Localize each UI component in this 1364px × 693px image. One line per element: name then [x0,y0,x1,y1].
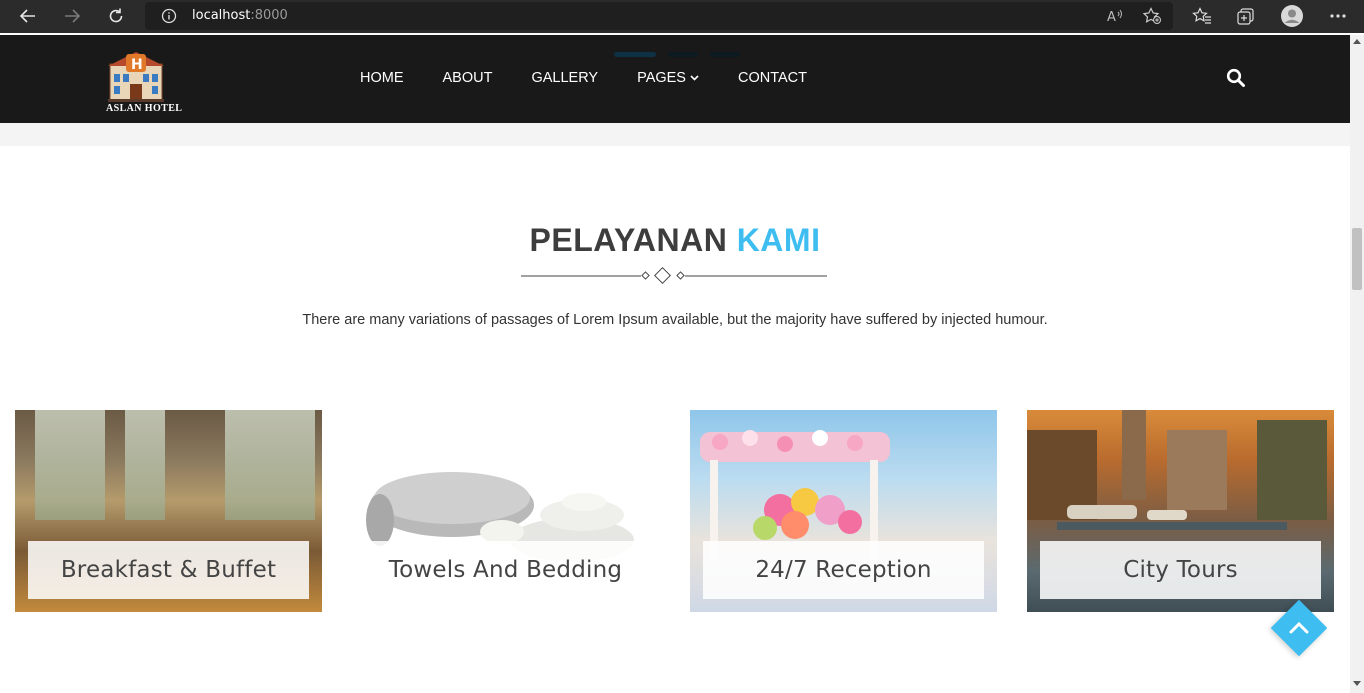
service-label-box: City Tours [1040,541,1321,599]
slider-dot[interactable] [614,52,656,57]
service-card-towels[interactable]: Towels And Bedding [352,410,659,612]
nav-about[interactable]: ABOUT [443,70,493,86]
chevron-down-icon [690,75,699,81]
url-port: :8000 [250,8,288,23]
nav-gallery-label: GALLERY [531,70,599,86]
service-label: Breakfast & Buffet [60,557,277,583]
url-text: localhost:8000 [192,8,288,23]
collections-icon[interactable] [1233,4,1259,28]
title-divider [521,266,827,286]
nav-pages[interactable]: PAGES [637,70,699,86]
service-label-box: 24/7 Reception [703,541,984,599]
service-label-box: Towels And Bedding [365,541,646,599]
nav-gallery[interactable]: GALLERY [531,70,598,86]
service-label-box: Breakfast & Buffet [28,541,309,599]
forward-icon[interactable] [59,4,85,28]
scrollbar-thumb[interactable] [1352,228,1362,290]
nav-about-label: ABOUT [442,70,493,86]
section-description: There are many variations of passages of… [302,312,1048,328]
slider-dot[interactable] [710,52,740,57]
add-favorite-icon[interactable] [1139,4,1165,28]
back-icon[interactable] [15,4,41,28]
nav-pages-label: PAGES [637,70,686,86]
nav-home-label: HOME [360,70,404,86]
read-aloud-icon[interactable]: A [1102,4,1128,28]
service-card-reception[interactable]: 24/7 Reception [690,410,997,612]
slider-dot[interactable] [668,52,698,57]
refresh-icon[interactable] [103,4,129,28]
profile-icon[interactable] [1279,4,1305,28]
slider-indicators[interactable] [614,52,740,57]
chevron-up-icon[interactable] [1287,617,1311,644]
section-title: PELAYANAN KAMI [0,222,1350,259]
service-label: 24/7 Reception [755,557,932,583]
site-header: H ASLAN HOTEL HOME ABOUT GALLERY PAGES C… [0,35,1350,123]
nav-contact[interactable]: CONTACT [738,70,807,86]
service-label: City Tours [1123,557,1238,583]
nav-contact-label: CONTACT [737,70,807,86]
search-icon[interactable] [1226,68,1246,93]
service-card-city-tours[interactable]: City Tours [1027,410,1334,612]
svg-text:H: H [131,57,143,73]
logo-text: ASLAN HOTEL [106,103,183,114]
info-icon[interactable] [161,8,177,29]
section-separator [0,123,1350,146]
scroll-down-icon[interactable] [1353,681,1361,686]
url-host: localhost [192,8,251,23]
nav-home[interactable]: HOME [360,70,404,86]
more-icon[interactable] [1325,4,1351,28]
favorites-icon[interactable] [1189,4,1215,28]
browser-toolbar: localhost:8000 A [0,0,1364,33]
svg-text:A: A [1107,10,1116,24]
service-card-breakfast[interactable]: Breakfast & Buffet [15,410,322,612]
section-title-main: PELAYANAN [529,222,728,258]
main-nav: HOME ABOUT GALLERY PAGES CONTACT [360,70,807,86]
address-bar[interactable]: localhost:8000 [145,2,1173,30]
section-title-accent: KAMI [736,222,821,258]
scroll-up-icon[interactable] [1353,39,1361,44]
page-scrollbar[interactable] [1350,35,1364,693]
service-label: Towels And Bedding [388,557,623,583]
